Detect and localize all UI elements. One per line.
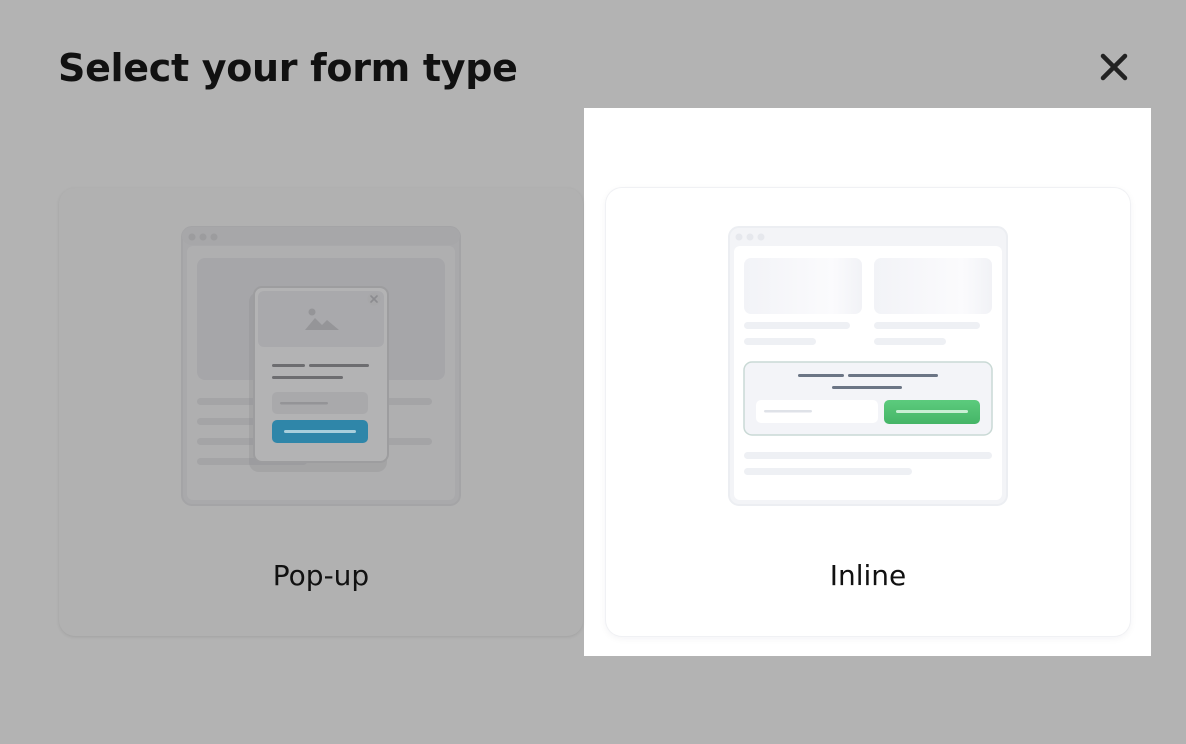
inline-form-illustration bbox=[728, 226, 1008, 506]
form-type-label: Inline bbox=[829, 559, 907, 592]
dialog-title: Select your form type bbox=[58, 46, 518, 90]
close-button[interactable] bbox=[1094, 46, 1134, 86]
form-type-card-popup[interactable]: Pop-up bbox=[59, 188, 583, 636]
popup-form-illustration bbox=[181, 226, 461, 506]
form-type-label: Pop-up bbox=[272, 559, 370, 592]
form-type-card-inline[interactable]: Inline bbox=[606, 188, 1130, 636]
close-icon bbox=[1100, 53, 1128, 81]
